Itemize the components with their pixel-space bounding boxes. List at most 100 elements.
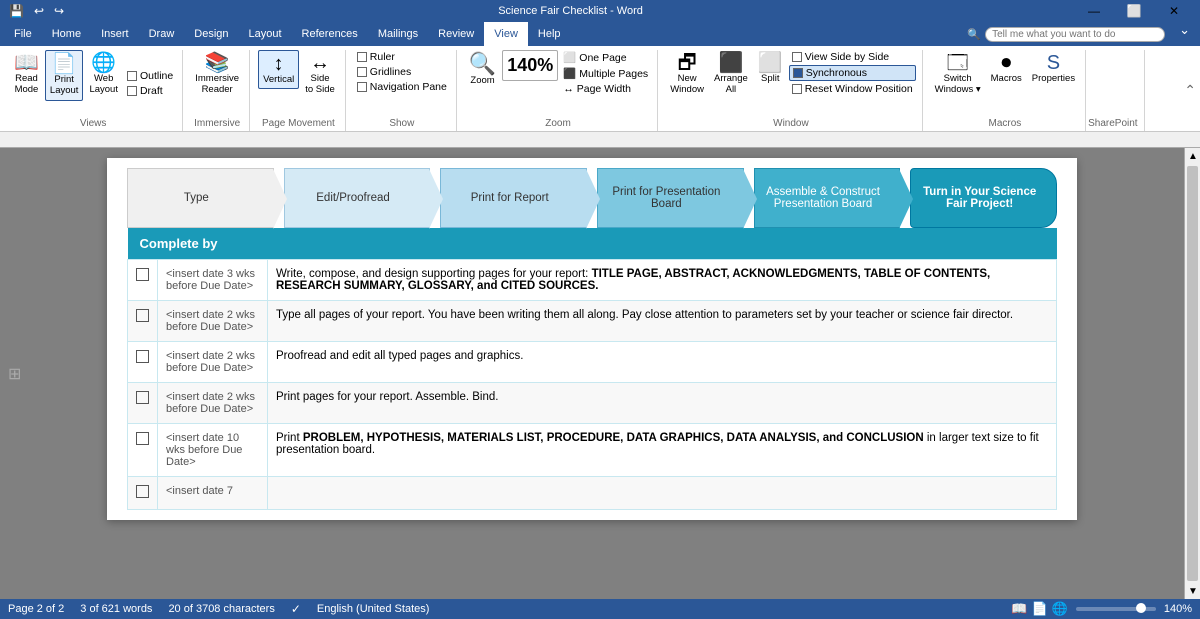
split-icon: ⬜ (758, 53, 783, 73)
content-cell-1: Write, compose, and design supporting pa… (268, 260, 1057, 301)
view-mode-icons: 📖 📄 🌐 (1011, 601, 1068, 617)
scroll-thumb-vertical[interactable] (1187, 166, 1198, 581)
multiple-pages-button[interactable]: ⬛ Multiple Pages (560, 66, 651, 81)
flow-step-edit-label: Edit/Proofread (316, 192, 390, 204)
tab-file[interactable]: File (4, 22, 42, 46)
read-mode-button[interactable]: 📖 ReadMode (10, 50, 43, 99)
navigation-pane-button[interactable]: Navigation Pane (354, 80, 450, 94)
immersive-group-label: Immersive (194, 116, 240, 129)
print-layout-label: PrintLayout (50, 74, 79, 97)
scroll-down-arrow[interactable]: ▼ (1185, 583, 1200, 599)
status-right: 📖 📄 🌐 140% (1011, 601, 1192, 617)
checkbox-cell-4[interactable] (128, 383, 158, 424)
tab-draw[interactable]: Draw (139, 22, 185, 46)
checkbox-3[interactable] (136, 350, 149, 363)
arrange-all-button[interactable]: ⬛ ArrangeAll (710, 50, 752, 99)
macros-button[interactable]: ⏺ Macros (987, 50, 1026, 87)
date-cell-5: <insert date 10 wks before Due Date> (158, 424, 268, 477)
web-layout-icon: 🌐 (91, 53, 116, 73)
maximize-button[interactable]: ⬜ (1114, 0, 1154, 22)
draft-checkbox (127, 86, 137, 96)
properties-button[interactable]: S Properties (1028, 50, 1079, 87)
immersive-reader-button[interactable]: 📚 ImmersiveReader (191, 50, 243, 99)
tab-view[interactable]: View (484, 22, 528, 46)
show-content: Ruler Gridlines Navigation Pane (354, 50, 450, 116)
checkbox-cell-2[interactable] (128, 301, 158, 342)
print-layout-button[interactable]: 📄 PrintLayout (45, 50, 84, 101)
checkbox-6[interactable] (136, 485, 149, 498)
synchronous-scrolling-button[interactable]: Synchronous (789, 65, 916, 81)
one-page-button[interactable]: ⬜ One Page (560, 50, 651, 65)
read-mode-status-icon[interactable]: 📖 (1011, 601, 1027, 617)
page-movement-content: ↕ Vertical ↔ Sideto Side (258, 50, 339, 116)
ruler-button[interactable]: Ruler (354, 50, 450, 64)
table-row: <insert date 7 (128, 477, 1057, 510)
checkbox-cell-1[interactable] (128, 260, 158, 301)
content-cell-4: Print pages for your report. Assemble. B… (268, 383, 1057, 424)
horizontal-scrollbar[interactable] (0, 132, 1200, 148)
checkbox-5[interactable] (136, 432, 149, 445)
switch-windows-label: SwitchWindows ▾ (935, 73, 981, 96)
minimize-button[interactable]: — (1074, 0, 1114, 22)
sharepoint-label: SharePoint (1088, 116, 1137, 129)
left-handle[interactable]: ⊞ (8, 364, 21, 384)
expand-ribbon-button[interactable]: ⌄ (1173, 22, 1196, 46)
sync-scroll-label: Synchronous (806, 67, 867, 79)
zoom-slider-thumb[interactable] (1136, 603, 1146, 613)
new-window-button[interactable]: 🗗 NewWindow (666, 50, 708, 99)
zoom-percentage-button[interactable]: 140% (502, 50, 558, 81)
views-group-label: Views (80, 116, 107, 129)
redo-button[interactable]: ↪ (51, 3, 67, 19)
side-to-side-button[interactable]: ↔ Sideto Side (301, 50, 339, 99)
ribbon-group-zoom: 🔍 Zoom 140% ⬜ One Page ⬛ Multiple Pages … (459, 50, 658, 131)
split-button[interactable]: ⬜ Split (754, 50, 787, 87)
ribbon-collapse-button[interactable]: ⌃ (1184, 82, 1196, 99)
gridlines-button[interactable]: Gridlines (354, 65, 450, 79)
zoom-slider[interactable] (1076, 607, 1156, 611)
ribbon-group-immersive: 📚 ImmersiveReader Immersive (185, 50, 250, 131)
proofing-icon[interactable]: ✓ (291, 602, 301, 616)
checkbox-cell-3[interactable] (128, 342, 158, 383)
save-button[interactable]: 💾 (6, 3, 27, 19)
checkbox-cell-5[interactable] (128, 424, 158, 477)
tab-help[interactable]: Help (528, 22, 571, 46)
scroll-up-arrow[interactable]: ▲ (1185, 148, 1200, 164)
view-side-by-side-button[interactable]: View Side by Side (789, 50, 916, 64)
vertical-button[interactable]: ↕ Vertical (258, 50, 299, 89)
checkbox-cell-6[interactable] (128, 477, 158, 510)
switch-windows-button[interactable]: 🗔 SwitchWindows ▾ (931, 50, 985, 99)
tab-design[interactable]: Design (184, 22, 238, 46)
zoom-percentage-value: 140% (507, 55, 553, 75)
web-layout-button[interactable]: 🌐 WebLayout (85, 50, 122, 99)
checkbox-2[interactable] (136, 309, 149, 322)
checkbox-4[interactable] (136, 391, 149, 404)
web-layout-status-icon[interactable]: 🌐 (1052, 601, 1068, 617)
table-row: <insert date 2 wks before Due Date> Prin… (128, 383, 1057, 424)
page-width-button[interactable]: ↔ Page Width (560, 82, 651, 96)
web-layout-label: WebLayout (89, 73, 118, 96)
tab-insert[interactable]: Insert (91, 22, 139, 46)
tab-mailings[interactable]: Mailings (368, 22, 428, 46)
macros-icon: ⏺ (1001, 53, 1011, 73)
ribbon-group-views: 📖 ReadMode 📄 PrintLayout 🌐 WebLayout Out… (4, 50, 183, 131)
zoom-label: Zoom (470, 75, 494, 86)
tab-home[interactable]: Home (42, 22, 91, 46)
close-button[interactable]: ✕ (1154, 0, 1194, 22)
macros-group-label: Macros (988, 116, 1021, 129)
doc-scroll-area[interactable]: Type Edit/Proofread Print for Report Pri… (0, 148, 1200, 599)
reset-window-position-button[interactable]: Reset Window Position (789, 82, 916, 96)
draft-button[interactable]: Draft (124, 84, 176, 98)
tab-layout[interactable]: Layout (239, 22, 292, 46)
zoom-button[interactable]: 🔍 Zoom (465, 50, 500, 89)
new-window-icon: 🗗 (678, 53, 697, 73)
checkbox-1[interactable] (136, 268, 149, 281)
vertical-scrollbar[interactable]: ▲ ▼ (1184, 148, 1200, 599)
undo-button[interactable]: ↩ (31, 3, 47, 19)
tab-review[interactable]: Review (428, 22, 484, 46)
immersive-reader-icon: 📚 (205, 53, 230, 73)
print-layout-status-icon[interactable]: 📄 (1031, 601, 1047, 617)
help-search-input[interactable] (985, 27, 1165, 42)
outline-button[interactable]: Outline (124, 69, 176, 83)
gridlines-checkbox (357, 67, 367, 77)
tab-references[interactable]: References (292, 22, 368, 46)
